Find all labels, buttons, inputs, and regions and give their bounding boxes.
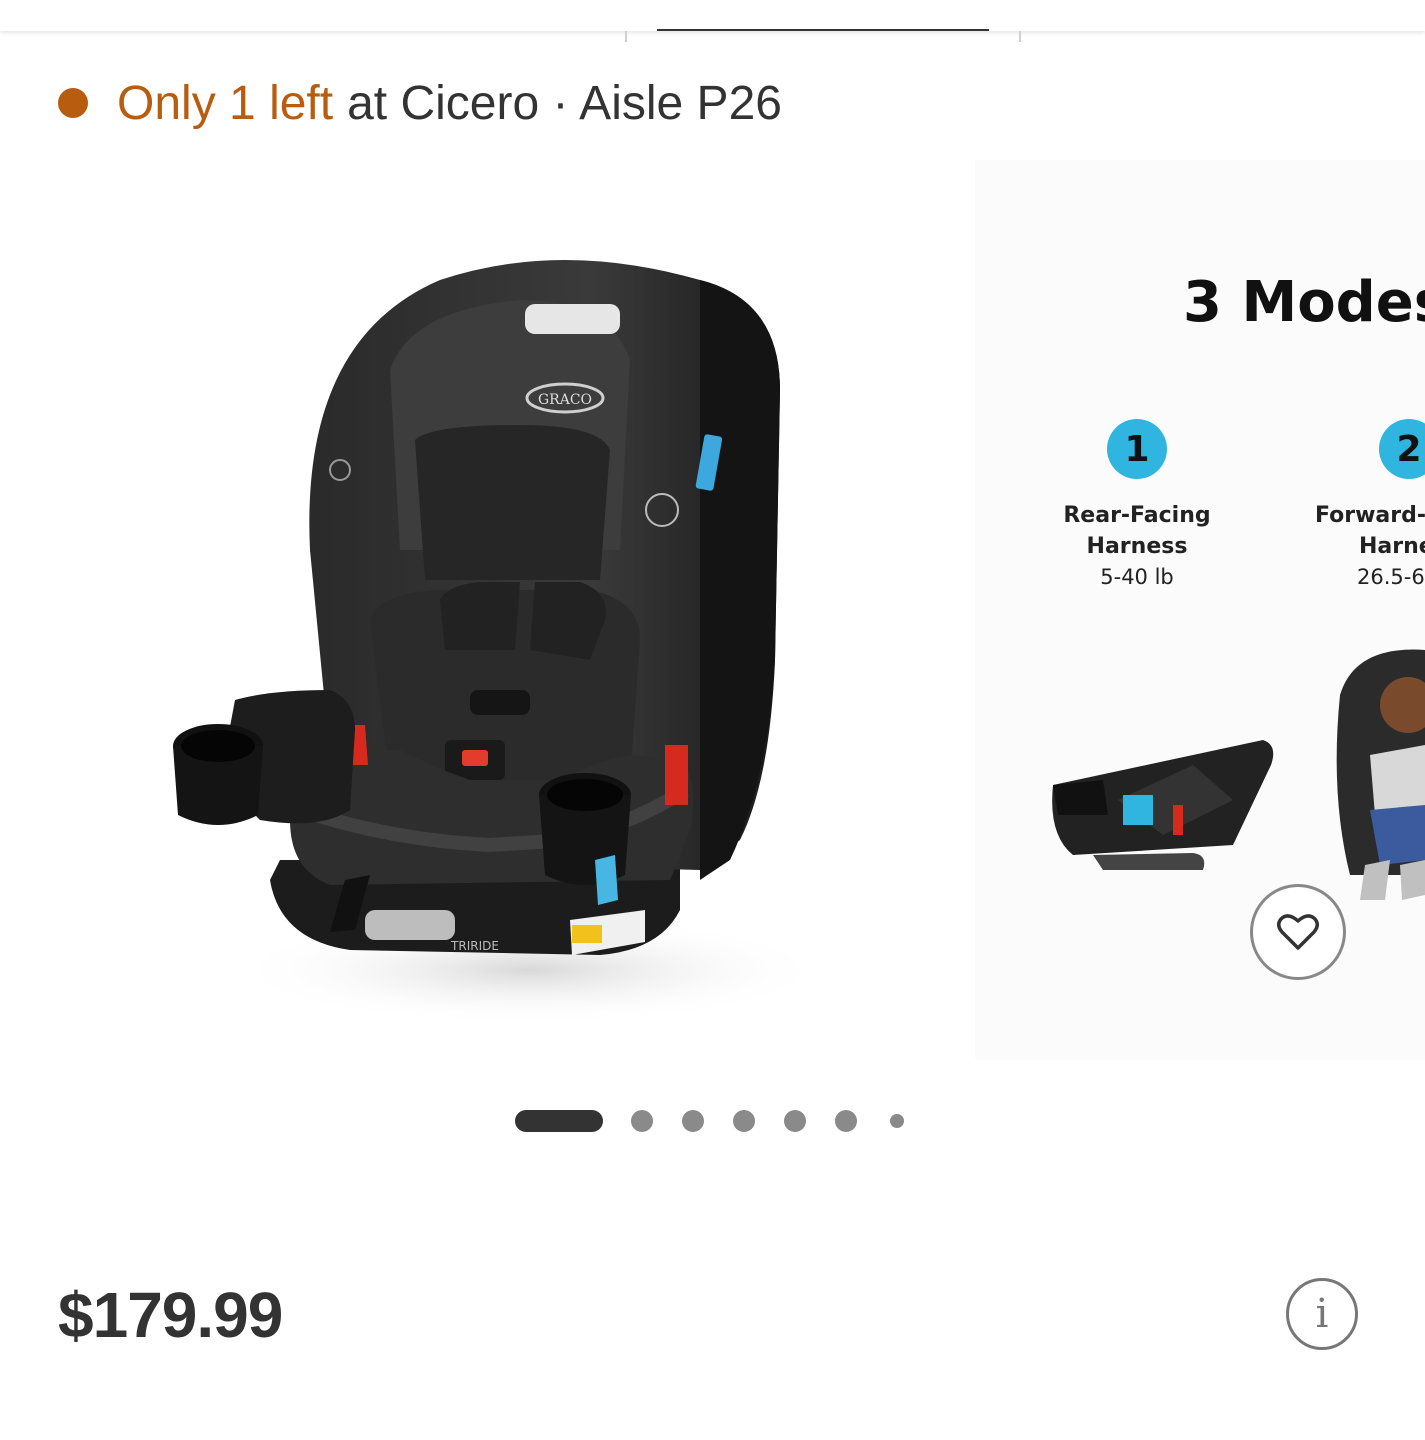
svg-text:TRIRIDE: TRIRIDE: [450, 939, 499, 953]
favorite-button[interactable]: [1250, 884, 1346, 980]
active-tab-indicator: [657, 29, 989, 31]
mode-2-weight: 26.5-6: [1357, 565, 1425, 589]
forward-facing-seat-image: [1336, 649, 1425, 900]
tab-divider: [1019, 31, 1021, 42]
info-icon: i: [1315, 1291, 1329, 1337]
modes-slide: 3 Modes 1 Rear-Facing Harness 5-40 lb 2 …: [975, 160, 1425, 1060]
mode-1-label: Rear-Facing Harness: [1027, 500, 1247, 562]
mode-2-label-line2: Harne: [1359, 534, 1425, 559]
mode-1-weight: 5-40 lb: [1100, 565, 1174, 589]
price-info-button[interactable]: i: [1286, 1278, 1358, 1350]
mode-1-label-line1: Rear-Facing: [1063, 503, 1211, 528]
image-carousel[interactable]: GRACO TRIRIDE 3 Modes 1 Rear-Facing Harn…: [0, 160, 1425, 1060]
stock-availability: Only 1 left at Cicero · Aisle P26: [58, 70, 782, 136]
mode-1-badge: 1: [1107, 419, 1167, 479]
modes-title: 3 Modes: [1183, 270, 1425, 335]
pager-dot[interactable]: [733, 1110, 755, 1132]
product-price: $179.99: [58, 1279, 283, 1351]
carousel-pager: [515, 1109, 933, 1133]
car-seat-image: GRACO TRIRIDE: [173, 260, 830, 1025]
store-location: at Cicero · Aisle P26: [347, 76, 782, 130]
mode-2-label: Forward- Harne: [1315, 500, 1425, 562]
mode-2-badge: 2: [1379, 419, 1425, 479]
tab-strip: [0, 0, 1425, 31]
mode-1-label-line2: Harness: [1086, 534, 1188, 559]
pager-dot[interactable]: [682, 1110, 704, 1132]
svg-text:GRACO: GRACO: [538, 392, 592, 408]
tab-divider: [625, 31, 627, 42]
pager-dot[interactable]: [784, 1110, 806, 1132]
pager-dot[interactable]: [631, 1110, 653, 1132]
pager-dot[interactable]: [890, 1114, 904, 1128]
pager-dot[interactable]: [835, 1110, 857, 1132]
mode-2-label-line1: Forward-: [1315, 503, 1425, 528]
stock-count: Only 1 left: [117, 76, 334, 130]
pager-dot-active[interactable]: [515, 1110, 603, 1132]
rear-facing-seat-image: [1052, 740, 1274, 870]
product-page: Only 1 left at Cicero · Aisle P26 GRACO …: [0, 0, 1425, 1440]
heart-icon: [1277, 914, 1319, 950]
stock-status-dot: [58, 88, 88, 118]
